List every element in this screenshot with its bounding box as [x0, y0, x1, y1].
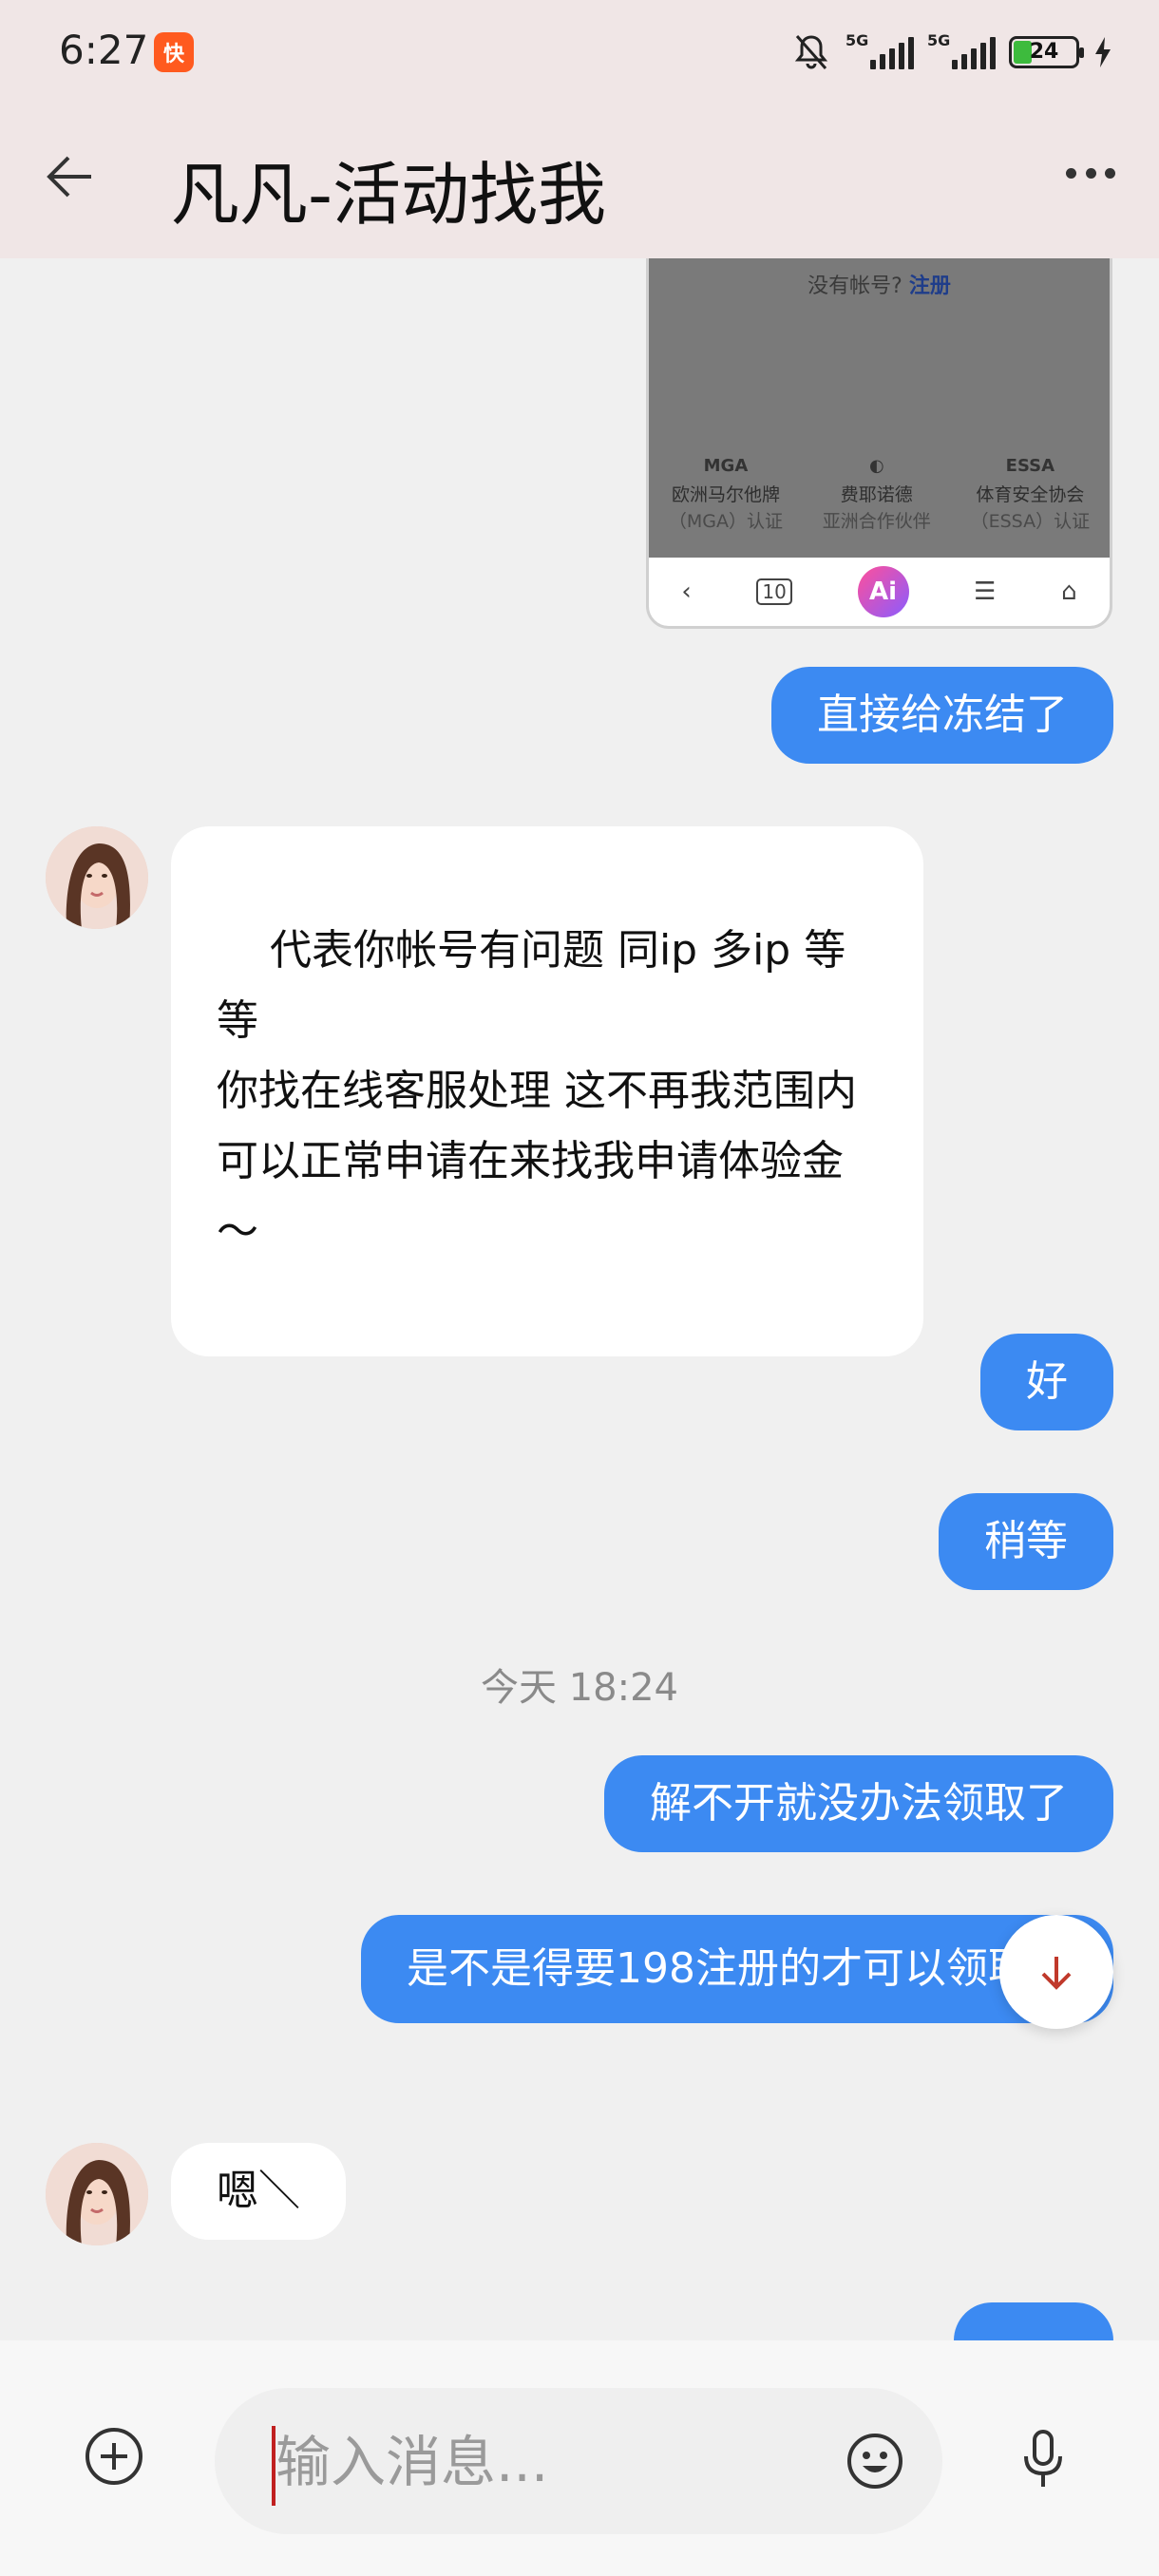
chat-title: 凡凡-活动找我 [171, 155, 606, 235]
register-prompt: 没有帐号? 注册 [808, 275, 951, 298]
outgoing-message[interactable]: 好 [980, 1334, 1113, 1430]
screenshot-nav-bar: ‹ 10 Ai ☰ ⌂ [649, 558, 1110, 626]
add-attachment-icon[interactable] [84, 2426, 144, 2487]
shared-screenshot-image[interactable]: 没有帐号? 注册 MGA 欧洲马尔他牌 （MGA）认证 ◐ 费耶诺德 亚洲合作伙… [646, 258, 1112, 629]
nav-tabs-icon: 10 [756, 578, 792, 605]
outgoing-message-partial[interactable] [954, 2302, 1113, 2340]
signal-2-icon: 5G [927, 31, 996, 69]
mute-bell-icon [794, 35, 828, 69]
ai-icon: Ai [857, 566, 909, 617]
more-options-icon[interactable] [1066, 163, 1115, 182]
battery-icon: 24 [1009, 36, 1084, 68]
badge-feyenoord: ◐ 费耶诺德 亚洲合作伙伴 [822, 456, 931, 532]
scroll-to-bottom-button[interactable] [999, 1915, 1113, 2029]
avatar-image [46, 2143, 148, 2245]
input-bar [0, 2340, 1159, 2576]
avatar-image [46, 826, 148, 929]
badge-essa: ESSA 体育安全协会 （ESSA）认证 [970, 456, 1091, 532]
status-time: 6:27 [59, 27, 149, 73]
certification-badges: MGA 欧洲马尔他牌 （MGA）认证 ◐ 费耶诺德 亚洲合作伙伴 ESSA 体育… [649, 453, 1110, 535]
back-arrow-icon[interactable] [42, 148, 99, 205]
arrow-down-icon [1041, 1957, 1072, 1990]
contact-avatar[interactable] [46, 2143, 148, 2245]
chat-header: 凡凡-活动找我 [0, 106, 1159, 258]
nav-back-icon: ‹ [681, 578, 692, 606]
signal-1-icon: 5G [846, 31, 914, 69]
top-bar: 6:27 快 5G 5G 24 凡凡-活动找我 [0, 0, 1159, 258]
battery-level: 24 [1029, 40, 1059, 64]
app-notification-icon: 快 [154, 32, 194, 72]
badge-mga: MGA 欧洲马尔他牌 （MGA）认证 [668, 456, 784, 532]
message-list[interactable]: 没有帐号? 注册 MGA 欧洲马尔他牌 （MGA）认证 ◐ 费耶诺德 亚洲合作伙… [0, 258, 1159, 2340]
outgoing-message[interactable]: 稍等 [939, 1493, 1113, 1590]
timestamp: 今天 18:24 [481, 1666, 678, 1710]
outgoing-message[interactable]: 直接给冻结了 [771, 667, 1113, 764]
status-bar: 6:27 快 5G 5G 24 [0, 0, 1159, 106]
message-input[interactable] [276, 2422, 808, 2502]
emoji-icon[interactable] [846, 2432, 904, 2491]
charging-icon [1095, 37, 1111, 67]
message-input-field[interactable] [215, 2388, 942, 2534]
incoming-message[interactable]: 嗯＼ [171, 2143, 346, 2240]
microphone-icon[interactable] [1015, 2426, 1072, 2492]
outgoing-message[interactable]: 解不开就没办法领取了 [604, 1755, 1113, 1852]
status-icons: 5G 5G 24 [790, 28, 1113, 76]
nav-home-icon: ⌂ [1061, 578, 1077, 606]
nav-menu-icon: ☰ [974, 578, 997, 606]
contact-avatar[interactable] [46, 826, 148, 929]
incoming-message[interactable]: 代表你帐号有问题 同ip 多ip 等等 你找在线客服处理 这不再我范围内 可以正… [171, 826, 923, 1356]
